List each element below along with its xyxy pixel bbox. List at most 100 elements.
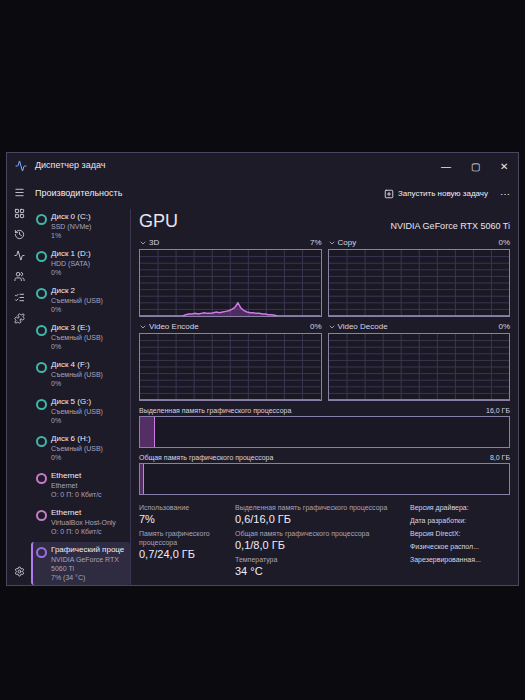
- status-dot: [36, 399, 47, 410]
- status-dot: [36, 547, 47, 558]
- status-dot: [36, 473, 47, 484]
- stat: Общая память графического процессора0,1/…: [235, 529, 404, 552]
- item-name: Графический проце: [51, 545, 127, 555]
- nav-icon[interactable]: [14, 187, 25, 198]
- engine-chart: [328, 249, 511, 317]
- nav-strip: [7, 179, 31, 585]
- memory-panel: Общая память графического процессора8,0 …: [139, 452, 510, 495]
- item-sub: Съемный (USB): [51, 407, 103, 416]
- sidebar-item[interactable]: Диск 6 (H:)Съемный (USB)0%: [31, 431, 130, 468]
- memory-fill: [140, 464, 144, 494]
- sidebar-item[interactable]: EthernetEthernetО: 0 П: 0 Кбит/с: [31, 468, 130, 505]
- engine-label[interactable]: Copy: [338, 237, 357, 249]
- app-icon: [15, 160, 27, 172]
- nav-icon[interactable]: [14, 208, 25, 219]
- nav-icon[interactable]: [14, 250, 25, 261]
- window-title: Диспетчер задач: [35, 159, 105, 173]
- engine-header: 3D 7%: [139, 237, 322, 249]
- sidebar-item[interactable]: Диск 3 (E:)Съемный (USB)0%: [31, 320, 130, 357]
- item-sub: NVIDIA GeForce RTX 5060 Ti: [51, 555, 127, 573]
- engine-reading: 7%: [310, 237, 322, 249]
- item-name: Диск 5 (G:): [51, 397, 103, 407]
- stat-value: 0,6/16,0 ГБ: [235, 512, 404, 526]
- item-sub: SSD (NVMe): [51, 222, 91, 231]
- gpu-model: NVIDIA GeForce RTX 5060 Ti: [391, 219, 510, 233]
- sidebar-item[interactable]: EthernetVirtualBox Host-OnlyО: 0 П: 0 Кб…: [31, 505, 130, 542]
- engine-reading: 0%: [498, 321, 510, 333]
- item-value: 0%: [51, 453, 103, 462]
- item-value: 1%: [51, 231, 91, 240]
- engine-header: Video Decode 0%: [328, 321, 511, 333]
- item-name: Диск 4 (F:): [51, 360, 103, 370]
- window-control[interactable]: —: [431, 159, 461, 174]
- stat-label: Использование: [139, 503, 229, 512]
- stat-value: 7%: [139, 512, 229, 526]
- engine-reading: 0%: [310, 321, 322, 333]
- stat: Память графического процессора0,7/24,0 Г…: [139, 529, 229, 561]
- nav-icon[interactable]: [14, 313, 25, 324]
- item-value: 0%: [51, 379, 103, 388]
- status-dot: [36, 251, 47, 262]
- item-sub: VirtualBox Host-Only: [51, 518, 116, 527]
- window-control[interactable]: ▢: [461, 159, 490, 174]
- engine-panel: Video Encode 0%: [139, 321, 322, 401]
- stats: Использование7% Память графического проце…: [139, 503, 510, 578]
- window-control[interactable]: ✕: [490, 159, 518, 174]
- status-dot: [36, 436, 47, 447]
- nav-icon[interactable]: [14, 292, 25, 303]
- engine-panel: 3D 7%: [139, 237, 322, 317]
- run-task-button[interactable]: Запустить новую задачу: [384, 188, 488, 200]
- status-dot: [36, 214, 47, 225]
- memory-bar: [139, 463, 510, 495]
- stat-value: 0,1/8,0 ГБ: [235, 538, 404, 552]
- chevron-icon[interactable]: [328, 239, 336, 247]
- sidebar-item[interactable]: Диск 5 (G:)Съемный (USB)0%: [31, 394, 130, 431]
- item-value: 7% (34 °C): [51, 573, 127, 582]
- item-name: Диск 0 (C:): [51, 212, 91, 222]
- status-dot: [36, 362, 47, 373]
- chevron-icon[interactable]: [139, 323, 147, 331]
- sidebar-item[interactable]: Диск 4 (F:)Съемный (USB)0%: [31, 357, 130, 394]
- engine-chart: [328, 333, 511, 401]
- item-name: Ethernet: [51, 471, 102, 481]
- stat-label: Общая память графического процессора: [235, 529, 404, 538]
- chevron-icon[interactable]: [328, 323, 336, 331]
- engine-panel: Video Decode 0%: [328, 321, 511, 401]
- gear-icon[interactable]: [14, 566, 25, 577]
- sidebar-item[interactable]: Диск 0 (C:)SSD (NVMe)1%: [31, 209, 130, 246]
- item-name: Диск 1 (D:): [51, 249, 91, 259]
- stat-value: 0,7/24,0 ГБ: [139, 547, 229, 561]
- chevron-icon[interactable]: [139, 239, 147, 247]
- detail-label: Зарезервированная...: [410, 555, 510, 565]
- stat: Выделенная память графического процессор…: [235, 503, 404, 526]
- sidebar-item[interactable]: Графический процеNVIDIA GeForce RTX 5060…: [31, 542, 130, 585]
- new-task-icon: [384, 189, 394, 199]
- screen: Диспетчер задач—▢✕ПроизводительностьЗапу…: [0, 0, 525, 700]
- status-dot: [36, 325, 47, 336]
- stat-value: 34 °C: [235, 564, 404, 578]
- memory-max: 16,0 ГБ: [486, 405, 510, 416]
- detail-label: Версия драйвера:: [410, 503, 510, 513]
- engine-label[interactable]: Video Encode: [149, 321, 199, 333]
- detail-label: Версия DirectX:: [410, 529, 510, 539]
- item-name: Ethernet: [51, 508, 116, 518]
- stat: Использование7%: [139, 503, 229, 526]
- stat-label: Выделенная память графического процессор…: [235, 503, 404, 512]
- sidebar-item[interactable]: Диск 1 (D:)HDD (SATA)0%: [31, 246, 130, 283]
- engine-chart: [139, 333, 322, 401]
- sidebar-item[interactable]: Диск 2Съемный (USB)0%: [31, 283, 130, 320]
- item-sub: Съемный (USB): [51, 444, 103, 453]
- engine-label[interactable]: 3D: [149, 237, 159, 249]
- more-button[interactable]: ⋯: [500, 187, 510, 202]
- engine-panel: Copy0%: [328, 237, 511, 317]
- item-sub: Съемный (USB): [51, 296, 103, 305]
- item-value: 0%: [51, 268, 91, 277]
- nav-icon[interactable]: [14, 271, 25, 282]
- memory-fill: [140, 417, 155, 447]
- nav-icon[interactable]: [14, 229, 25, 240]
- stat-label: Память графического процессора: [139, 529, 229, 547]
- item-value: 0%: [51, 342, 103, 351]
- engine-label[interactable]: Video Decode: [338, 321, 388, 333]
- item-sub: Съемный (USB): [51, 370, 103, 379]
- status-dot: [36, 510, 47, 521]
